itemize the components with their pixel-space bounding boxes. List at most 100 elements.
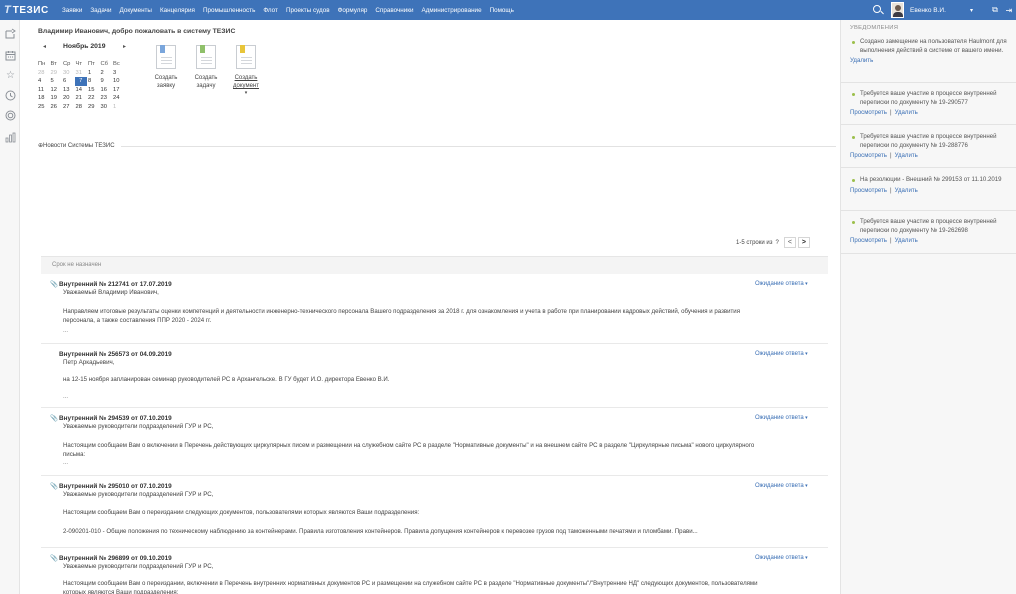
menu-item-help[interactable]: Помощь: [486, 7, 518, 14]
calendar-prev-button[interactable]: ◂: [43, 43, 46, 50]
status-dropdown[interactable]: Ожидание ответа: [755, 415, 808, 421]
menu-item-ship-projects[interactable]: Проекты судов: [282, 7, 334, 14]
calendar-day[interactable]: 30: [100, 103, 113, 112]
calendar-day[interactable]: 6: [62, 77, 75, 86]
inbox-arrow-icon[interactable]: [5, 28, 16, 39]
notification-delete-link[interactable]: Удалить: [895, 152, 918, 159]
pagination-prev-button[interactable]: <: [783, 237, 796, 248]
list-item[interactable]: 📎Внутренний № 294539 от 07.10.2019 Уважа…: [41, 408, 828, 476]
menu-item-references[interactable]: Справочники: [371, 7, 417, 14]
list-item[interactable]: 📎Внутренний № 212741 от 17.07.2019 Уважа…: [41, 274, 828, 344]
calendar-day[interactable]: 17: [112, 86, 125, 95]
item-title[interactable]: 📎Внутренний № 294539 от 07.10.2019: [50, 414, 172, 422]
item-title[interactable]: 📎Внутренний № 256573 от 04.09.2019: [50, 350, 172, 358]
notification-view-link[interactable]: Просмотреть: [850, 152, 887, 159]
calendar-day[interactable]: 27: [62, 103, 75, 112]
item-greeting: Уважаемый Владимир Иванович,: [63, 289, 159, 296]
calendar-day[interactable]: 12: [50, 86, 63, 95]
menu-item-formular[interactable]: Формуляр: [334, 7, 372, 14]
status-dropdown[interactable]: Ожидание ответа: [755, 483, 808, 489]
item-title[interactable]: 📎Внутренний № 296899 от 09.10.2019: [50, 554, 172, 562]
calendar-day[interactable]: 3: [112, 69, 125, 78]
notification-delete-link[interactable]: Удалить: [850, 57, 873, 64]
item-title-text: Внутренний № 295010 от 07.10.2019: [59, 483, 172, 490]
window-icon[interactable]: ⧉: [988, 5, 1002, 15]
avatar[interactable]: [891, 2, 904, 18]
calendar-next-button[interactable]: ▸: [123, 43, 126, 50]
item-title[interactable]: 📎Внутренний № 295010 от 07.10.2019: [50, 482, 172, 490]
weekday-label: Пн: [38, 61, 46, 67]
clock-icon[interactable]: [5, 90, 16, 101]
calendar-day[interactable]: 13: [62, 86, 75, 95]
menu-item-administration[interactable]: Администрирование: [418, 7, 486, 14]
pagination-next-button[interactable]: >: [797, 237, 810, 248]
notification-delete-link[interactable]: Удалить: [895, 109, 918, 116]
menu-item-fleet[interactable]: Флот: [259, 7, 282, 14]
chevron-down-icon[interactable]: ▾: [970, 7, 988, 14]
notification-delete-link[interactable]: Удалить: [895, 237, 918, 244]
calendar-day[interactable]: 4: [37, 77, 50, 86]
calendar-day[interactable]: 31: [75, 69, 88, 78]
calendar-day[interactable]: 21: [75, 94, 88, 103]
calendar-day[interactable]: 10: [112, 77, 125, 86]
calendar-week: 11 12 13 14 15 16 17: [37, 86, 125, 95]
calendar-day[interactable]: 19: [50, 94, 63, 103]
notification-view-link[interactable]: Просмотреть: [850, 237, 887, 244]
list-item[interactable]: 📎Внутренний № 256573 от 04.09.2019 Петр …: [41, 344, 828, 408]
chevron-down-icon[interactable]: ▾: [227, 90, 265, 96]
calendar-day[interactable]: 26: [50, 103, 63, 112]
menu-item-industry[interactable]: Промышленность: [199, 7, 259, 14]
news-section-title[interactable]: ⊕Новости Системы ТЕЗИС: [38, 142, 115, 149]
notification-view-link[interactable]: Просмотреть: [850, 109, 887, 116]
calendar-icon[interactable]: [5, 50, 16, 61]
create-task-button[interactable]: Создать задачу: [187, 45, 225, 96]
calendar-day[interactable]: 1: [87, 69, 100, 78]
calendar-day[interactable]: 25: [37, 103, 50, 112]
menu-item-office[interactable]: Канцелярия: [156, 7, 199, 14]
calendar-day[interactable]: 5: [50, 77, 63, 86]
calendar-day[interactable]: 18: [37, 94, 50, 103]
calendar-day-today[interactable]: 7: [74, 77, 87, 86]
status-dropdown[interactable]: Ожидание ответа: [755, 281, 808, 287]
calendar-day[interactable]: 1: [112, 103, 125, 112]
search-icon[interactable]: [871, 3, 885, 17]
notification-view-link[interactable]: Просмотреть: [850, 187, 887, 194]
user-name[interactable]: Евенко В.И.: [910, 7, 970, 14]
pagination-total[interactable]: ?: [776, 240, 779, 246]
calendar-day[interactable]: 22: [87, 94, 100, 103]
status-dropdown[interactable]: Ожидание ответа: [755, 555, 808, 561]
chart-icon[interactable]: [5, 132, 16, 143]
calendar-day[interactable]: 23: [100, 94, 113, 103]
calendar-day[interactable]: 28: [75, 103, 88, 112]
item-title[interactable]: 📎Внутренний № 212741 от 17.07.2019: [50, 280, 172, 288]
calendar-day[interactable]: 20: [62, 94, 75, 103]
calendar-day[interactable]: 29: [50, 69, 63, 78]
calendar-day[interactable]: 24: [112, 94, 125, 103]
calendar-day[interactable]: 8: [87, 77, 100, 86]
paperclip-icon: 📎: [50, 281, 58, 288]
calendar-day[interactable]: 16: [100, 86, 113, 95]
list-item[interactable]: 📎Внутренний № 295010 от 07.10.2019 Уважа…: [41, 476, 828, 548]
create-document-button[interactable]: Создать документ ▾: [227, 45, 265, 96]
calendar-day[interactable]: 9: [100, 77, 113, 86]
menu-item-requests[interactable]: Заявки: [58, 7, 86, 14]
calendar-day[interactable]: 11: [37, 86, 50, 95]
star-icon[interactable]: ☆: [5, 70, 16, 81]
calendar-day[interactable]: 2: [100, 69, 113, 78]
calendar-day[interactable]: 15: [87, 86, 100, 95]
calendar-day[interactable]: 14: [75, 86, 88, 95]
target-icon[interactable]: [5, 110, 16, 121]
separator: |: [889, 237, 892, 245]
exit-icon[interactable]: ⇥: [1002, 6, 1016, 15]
notification-delete-link[interactable]: Удалить: [895, 187, 918, 194]
calendar-day[interactable]: 29: [87, 103, 100, 112]
left-rail: ☆: [0, 20, 20, 594]
calendar-day[interactable]: 28: [37, 69, 50, 78]
menu-item-documents[interactable]: Документы: [116, 7, 156, 14]
calendar-day[interactable]: 30: [62, 69, 75, 78]
app-logo[interactable]: Т ТЕЗИС: [0, 4, 58, 16]
menu-item-tasks[interactable]: Задачи: [86, 7, 115, 14]
status-dropdown[interactable]: Ожидание ответа: [755, 351, 808, 357]
list-item[interactable]: 📎Внутренний № 296899 от 09.10.2019 Уважа…: [41, 548, 828, 594]
create-request-button[interactable]: Создать заявку: [147, 45, 185, 96]
